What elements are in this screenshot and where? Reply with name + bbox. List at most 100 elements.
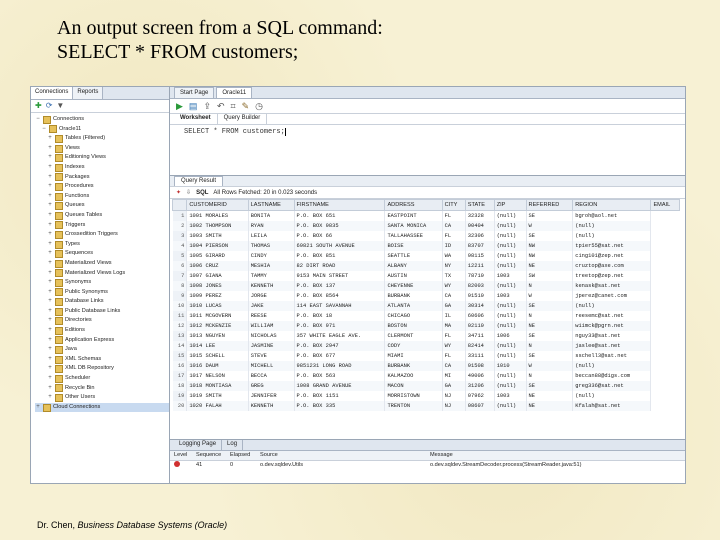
expand-icon[interactable]: +	[47, 297, 53, 307]
tree-item[interactable]: + Directories	[35, 316, 169, 326]
tree-item[interactable]: − Connections	[35, 115, 169, 125]
refresh-icon[interactable]: ⟳	[46, 102, 53, 110]
column-header[interactable]: CUSTOMERID	[186, 199, 249, 211]
table-row[interactable]: 12 1012 MCKENZIE WILLIAM P.O. BOX 971 BOSTON…	[172, 321, 680, 331]
tree-item[interactable]: + Materialized Views Logs	[35, 269, 169, 279]
table-row[interactable]: 11 1011 MCGOVERN REESE P.O. BOX 18 CHICAGO IL…	[172, 311, 680, 321]
table-row[interactable]: 1 1001 MORALES BONITA P.O. BOX 651 EASTPOINT…	[172, 210, 680, 221]
table-row[interactable]: 13 1013 NGUYEN NICHOLAS 357 WHITE EAGLE AVE…	[172, 331, 680, 341]
expand-icon[interactable]: +	[47, 211, 53, 221]
column-header[interactable]: LASTNAME	[247, 199, 295, 211]
table-row[interactable]: 4 1004 PIERSON THOMAS 69821 SOUTH AVENUE BOI…	[172, 241, 680, 251]
tree-item[interactable]: + Queues Tables	[35, 211, 169, 221]
column-header[interactable]: ADDRESS	[384, 199, 443, 211]
table-row[interactable]: 6 1006 CRUZ MESHIA 82 DIRT ROAD ALBANY NY 1221…	[172, 261, 680, 271]
tab-query-builder[interactable]: Query Builder	[218, 114, 268, 124]
history-icon[interactable]: ◷	[255, 101, 263, 111]
expand-icon[interactable]: +	[47, 259, 53, 269]
tree-item[interactable]: + Queues	[35, 201, 169, 211]
tab-logging-page[interactable]: Logging Page	[174, 440, 223, 450]
column-header[interactable]: REGION	[572, 199, 652, 211]
expand-icon[interactable]: +	[47, 326, 53, 336]
expand-icon[interactable]: +	[47, 374, 53, 384]
table-row[interactable]: 20 1020 FALAH KENNETH P.O. BOX 335 TRENTON NJ…	[172, 401, 680, 411]
add-connection-icon[interactable]: ✚	[35, 102, 42, 110]
expand-icon[interactable]: +	[47, 201, 53, 211]
log-row[interactable]: 41 0 o.dev.sqldev.Utils o.dev.sqldev.Str…	[170, 461, 685, 470]
tree-item[interactable]: + Recycle Bin	[35, 384, 169, 394]
expand-icon[interactable]: +	[47, 364, 53, 374]
expand-icon[interactable]: +	[47, 153, 53, 163]
tree-item[interactable]: + Types	[35, 240, 169, 250]
table-row[interactable]: 17 1017 NELSON BECCA P.O. BOX 563 KALMAZOO MI…	[172, 371, 680, 381]
expand-icon[interactable]: +	[47, 278, 53, 288]
expand-icon[interactable]: +	[47, 307, 53, 317]
tree-item[interactable]: + Scheduler	[35, 374, 169, 384]
expand-icon[interactable]: +	[47, 269, 53, 279]
expand-icon[interactable]: +	[47, 144, 53, 154]
table-row[interactable]: 2 1002 THOMPSON RYAN P.O. BOX 9835 SANTA MON…	[172, 221, 680, 231]
tab-log[interactable]: Log	[222, 440, 244, 450]
expand-icon[interactable]: +	[47, 249, 53, 259]
tree-item[interactable]: + Java	[35, 345, 169, 355]
commit-icon[interactable]: ⇪	[203, 101, 211, 111]
tree-item[interactable]: + Database Links	[35, 297, 169, 307]
tab-reports[interactable]: Reports	[73, 87, 104, 99]
tree-item[interactable]: + Crossedition Triggers	[35, 230, 169, 240]
filter-icon[interactable]: ▼	[56, 102, 64, 110]
expand-icon[interactable]: +	[47, 240, 53, 250]
column-header[interactable]: EMAIL	[650, 199, 680, 211]
tree-item[interactable]: + Triggers	[35, 221, 169, 231]
tree-item[interactable]: + Materialized Views	[35, 259, 169, 269]
tree-item[interactable]: − Oracle11	[35, 125, 169, 135]
tree-item[interactable]: + Other Users	[35, 393, 169, 403]
expand-icon[interactable]: +	[35, 403, 41, 413]
column-header[interactable]: STATE	[464, 199, 495, 211]
tree-item[interactable]: + Packages	[35, 173, 169, 183]
table-row[interactable]: 19 1019 SMITH JENNIFER P.O. BOX 1151 MORRIST…	[172, 391, 680, 401]
tab-query-result[interactable]: Query Result	[174, 176, 224, 186]
run-script-icon[interactable]: ▤	[189, 101, 198, 111]
expand-icon[interactable]: +	[47, 345, 53, 355]
clear-icon[interactable]: ✎	[242, 101, 250, 111]
tree-item[interactable]: + Public Synonyms	[35, 288, 169, 298]
tree-item[interactable]: + Application Express	[35, 336, 169, 346]
tree-item[interactable]: + Tables (Filtered)	[35, 134, 169, 144]
sql-editor[interactable]: SELECT * FROM customers;	[170, 125, 685, 176]
collapse-icon[interactable]: −	[41, 125, 47, 135]
expand-icon[interactable]: +	[47, 384, 53, 394]
expand-icon[interactable]: +	[47, 288, 53, 298]
table-row[interactable]: 10 1010 LUCAS JAKE 114 EAST SAVANNAH ATLANTA…	[172, 301, 680, 311]
tree-item[interactable]: + Editions	[35, 326, 169, 336]
tree-item[interactable]: + Procedures	[35, 182, 169, 192]
pin-icon[interactable]: ✦	[176, 189, 181, 196]
expand-icon[interactable]: +	[47, 134, 53, 144]
tab-oracle11[interactable]: Oracle11	[216, 87, 253, 98]
expand-icon[interactable]: +	[47, 192, 53, 202]
export-icon[interactable]: ⇩	[186, 189, 191, 196]
column-header[interactable]: REFERRED	[525, 199, 574, 211]
expand-icon[interactable]: +	[47, 336, 53, 346]
expand-icon[interactable]: +	[47, 173, 53, 183]
collapse-icon[interactable]: −	[35, 115, 41, 125]
tree-item[interactable]: + Sequences	[35, 249, 169, 259]
tree-item[interactable]: + Editioning Views	[35, 153, 169, 163]
tab-worksheet[interactable]: Worksheet	[174, 114, 218, 124]
table-row[interactable]: 18 1018 MONTIASA GREG 1008 GRAND AVENUE MACO…	[172, 381, 680, 391]
tree-item[interactable]: + Public Database Links	[35, 307, 169, 317]
table-row[interactable]: 15 1015 SCHELL STEVE P.O. BOX 677 MIAMI FL 331…	[172, 351, 680, 361]
table-row[interactable]: 5 1005 GIRARD CINDY P.O. BOX 851 SEATTLE WA 98…	[172, 251, 680, 261]
explain-plan-icon[interactable]: ⌗	[231, 101, 236, 111]
table-row[interactable]: 9 1009 PEREZ JORGE P.O. BOX 8564 BURBANK CA 91…	[172, 291, 680, 301]
expand-icon[interactable]: +	[47, 316, 53, 326]
tree-item[interactable]: + Indexes	[35, 163, 169, 173]
table-row[interactable]: 16 1016 DAUM MICHELL 9851231 LONG ROAD BURBA…	[172, 361, 680, 371]
sql-label[interactable]: SQL	[196, 190, 208, 196]
expand-icon[interactable]: +	[47, 163, 53, 173]
run-statement-icon[interactable]: ▶	[176, 101, 183, 111]
table-row[interactable]: 14 1014 LEE JASMINE P.O. BOX 2947 CODY WY 8241…	[172, 341, 680, 351]
column-header[interactable]: FIRSTNAME	[293, 199, 386, 211]
table-row[interactable]: 7 1007 GIANA TAMMY 9153 MAIN STREET AUSTIN TX…	[172, 271, 680, 281]
tree-item[interactable]: + XML Schemas	[35, 355, 169, 365]
expand-icon[interactable]: +	[47, 182, 53, 192]
